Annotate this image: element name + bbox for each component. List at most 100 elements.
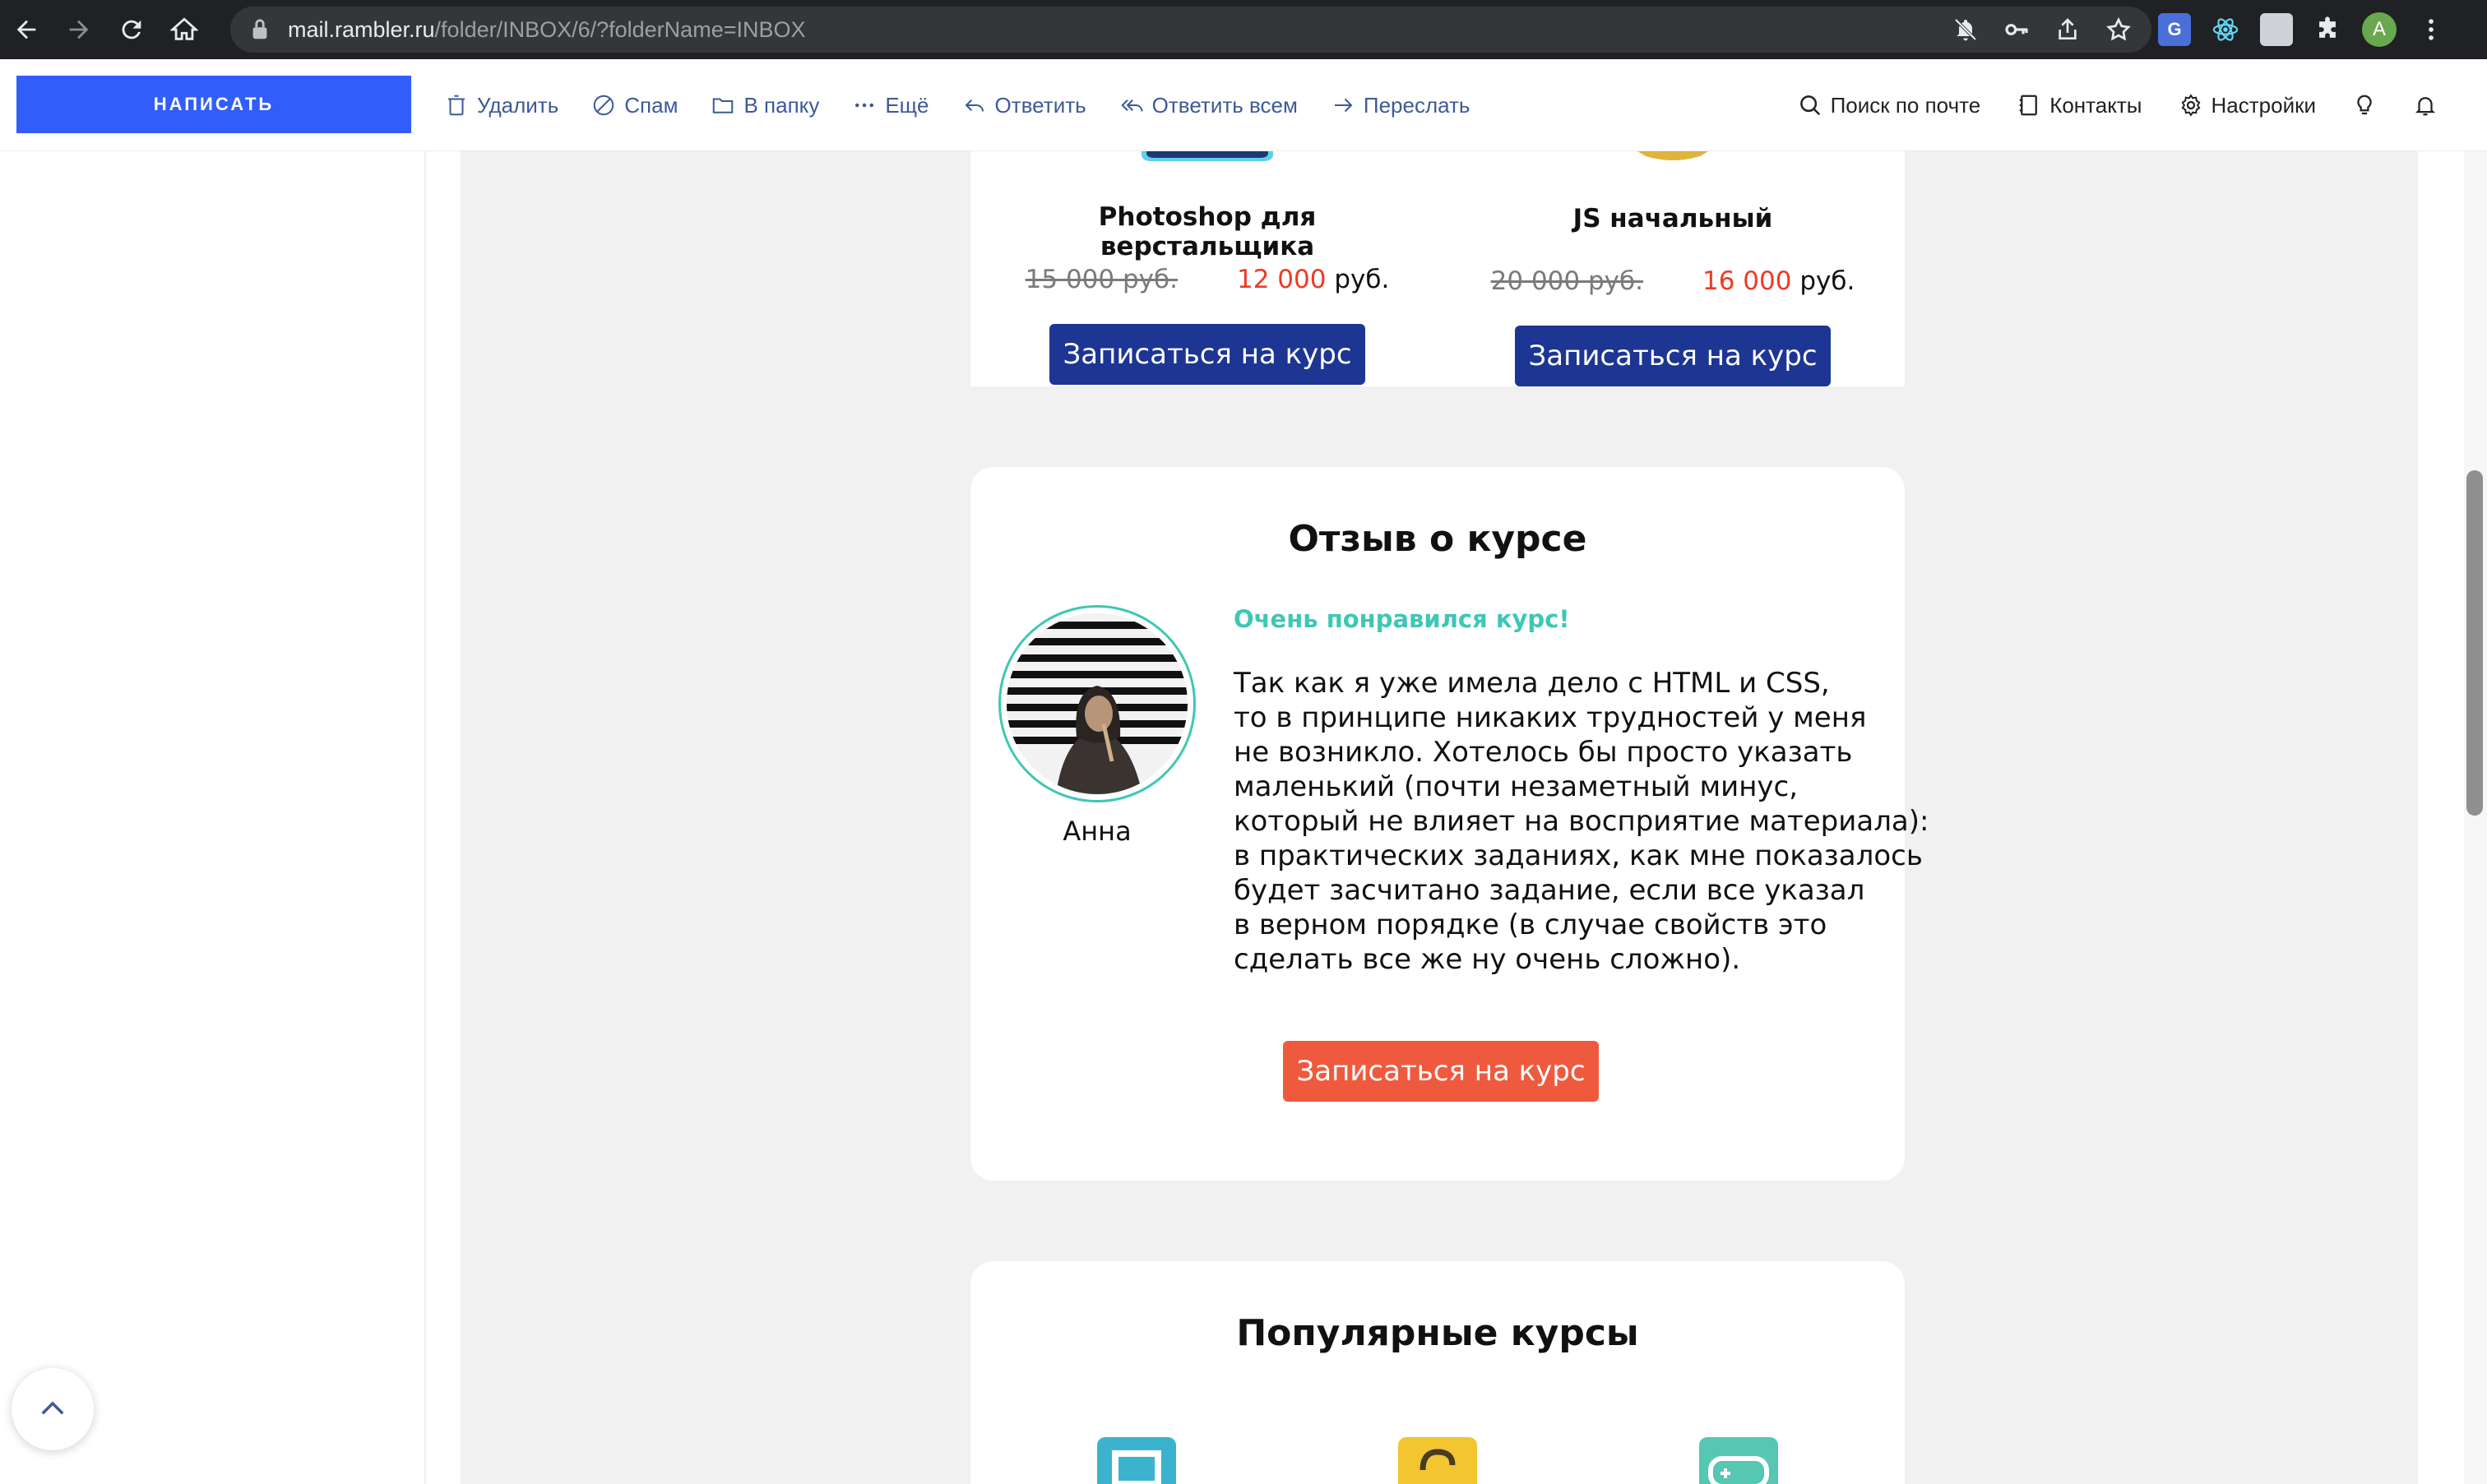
course-prices: 20 000 руб. 16 000 руб. bbox=[1459, 266, 1887, 296]
enroll-button[interactable]: Записаться на курс bbox=[1515, 326, 1831, 386]
key-icon[interactable] bbox=[2003, 16, 2030, 43]
notifications-button[interactable] bbox=[2413, 93, 2438, 118]
course-card-js: JS начальный 20 000 руб. 16 000 руб. Зап… bbox=[1459, 151, 1887, 386]
reviewer-name: Анна bbox=[1063, 816, 1132, 847]
notifications-blocked-icon[interactable] bbox=[1952, 16, 1979, 43]
puzzle-icon bbox=[2319, 16, 2336, 38]
home-button[interactable] bbox=[158, 0, 211, 59]
url-text: mail.rambler.ru/folder/INBOX/6/?folderNa… bbox=[288, 17, 806, 43]
back-button[interactable] bbox=[0, 0, 53, 59]
compose-button[interactable]: НАПИСАТЬ bbox=[16, 76, 411, 133]
review-title: Отзыв о курсе bbox=[1288, 518, 1587, 560]
course-card-photoshop: Photoshop для верстальщика 15 000 руб. 1… bbox=[993, 151, 1421, 386]
gamepad-course-icon[interactable] bbox=[1699, 1437, 1778, 1484]
mail-search-button[interactable]: Поиск по почте bbox=[1798, 92, 1981, 118]
review-line: то в принципе никаких трудностей у меня bbox=[1234, 701, 1867, 734]
chevron-up-icon bbox=[41, 1401, 64, 1415]
enroll-button[interactable]: Записаться на курс bbox=[1049, 324, 1365, 385]
bell-icon bbox=[2415, 97, 2436, 116]
search-icon bbox=[1799, 95, 1820, 116]
layout-course-icon[interactable] bbox=[1097, 1437, 1176, 1484]
old-price: 15 000 руб. bbox=[1025, 265, 1178, 294]
courses-section: Photoshop для верстальщика 15 000 руб. 1… bbox=[970, 151, 1905, 386]
delete-button[interactable]: Удалить bbox=[444, 93, 558, 118]
reviewer-photo bbox=[1007, 613, 1188, 794]
review-line: сделать все же ну очень сложно). bbox=[1234, 943, 1741, 976]
address-bar[interactable]: mail.rambler.ru/folder/INBOX/6/?folderNa… bbox=[230, 7, 2151, 53]
forward-mail-button[interactable]: Переслать bbox=[1331, 93, 1470, 118]
settings-button[interactable]: Настройки bbox=[2179, 92, 2317, 118]
scrollbar-thumb[interactable] bbox=[2466, 470, 2483, 816]
spam-icon bbox=[594, 95, 614, 116]
folder-icon bbox=[713, 98, 734, 113]
course-name: Photoshop для верстальщика bbox=[1098, 202, 1317, 261]
trash-icon bbox=[448, 95, 465, 116]
review-line: маленький (почти незаметный минус, bbox=[1234, 770, 1799, 803]
share-icon[interactable] bbox=[2054, 16, 2081, 43]
react-devtools-icon[interactable] bbox=[2209, 13, 2242, 46]
reply-label: Ответить bbox=[994, 92, 1086, 118]
forward-button[interactable] bbox=[53, 0, 105, 59]
reload-icon bbox=[122, 20, 141, 39]
reply-all-icon bbox=[1121, 99, 1143, 112]
gear-icon bbox=[2181, 94, 2200, 117]
reply-icon bbox=[965, 99, 984, 112]
scroll-to-top-button[interactable] bbox=[12, 1368, 94, 1450]
lightbulb-icon bbox=[2357, 95, 2372, 115]
delete-label: Удалить bbox=[477, 92, 559, 118]
contacts-icon bbox=[2019, 95, 2038, 116]
course-prices: 15 000 руб. 12 000 руб. bbox=[993, 265, 1421, 294]
reply-all-label: Ответить всем bbox=[1151, 92, 1298, 118]
new-price-currency: руб. bbox=[1334, 265, 1390, 294]
question-icon bbox=[1419, 1449, 1456, 1471]
contacts-button[interactable]: Контакты bbox=[2017, 93, 2142, 118]
question-course-icon[interactable] bbox=[1398, 1437, 1477, 1484]
move-to-folder-button[interactable]: В папку bbox=[711, 93, 819, 118]
folder-sidebar bbox=[0, 151, 424, 1484]
review-line: который не влияет на восприятие материал… bbox=[1234, 805, 1929, 838]
review-line: в практических заданиях, как мне показал… bbox=[1234, 839, 1923, 872]
kebab-menu-icon bbox=[2429, 19, 2434, 40]
more-icon bbox=[855, 103, 874, 108]
more-label: Ещё bbox=[885, 92, 929, 118]
review-line: будет засчитано задание, если все указал bbox=[1234, 874, 1865, 907]
reply-all-button[interactable]: Ответить всем bbox=[1119, 93, 1298, 118]
browser-toolbar: mail.rambler.ru/folder/INBOX/6/?folderNa… bbox=[0, 0, 2487, 59]
enroll-cta-button[interactable]: Записаться на курс bbox=[1283, 1041, 1599, 1102]
forward-icon bbox=[1334, 98, 1353, 113]
old-price: 20 000 руб. bbox=[1490, 266, 1643, 296]
tips-button[interactable] bbox=[2352, 93, 2377, 118]
move-to-folder-label: В папку bbox=[743, 92, 820, 118]
mail-search-label: Поиск по почте bbox=[1830, 92, 1981, 118]
review-text: Так как я уже имела дело с HTML и CSS, т… bbox=[1234, 666, 1929, 977]
home-icon bbox=[170, 17, 198, 40]
new-price: 12 000 руб. bbox=[1237, 265, 1389, 294]
new-price-currency: руб. bbox=[1799, 266, 1855, 296]
popular-courses-section: Популярные курсы bbox=[970, 1261, 1905, 1484]
translate-extension-icon[interactable]: G bbox=[2158, 13, 2191, 46]
settings-label: Настройки bbox=[2211, 92, 2317, 118]
scrollbar-track[interactable] bbox=[2464, 151, 2487, 1484]
forward-mail-label: Переслать bbox=[1363, 92, 1470, 118]
forward-arrow-icon bbox=[69, 20, 89, 39]
layout-icon bbox=[1112, 1450, 1161, 1484]
bookmark-star-icon[interactable] bbox=[2105, 16, 2132, 43]
reply-button[interactable]: Ответить bbox=[962, 93, 1086, 118]
back-arrow-icon bbox=[16, 20, 36, 39]
extensions-puzzle-icon[interactable] bbox=[2311, 13, 2344, 46]
popular-title: Популярные курсы bbox=[1236, 1312, 1639, 1354]
spam-button[interactable]: Спам bbox=[591, 93, 678, 118]
gamepad-icon bbox=[1708, 1456, 1769, 1484]
url-path: /folder/INBOX/6/?folderName=INBOX bbox=[434, 16, 806, 42]
image-extension-icon[interactable] bbox=[2260, 13, 2293, 46]
new-price-value: 16 000 bbox=[1702, 266, 1792, 296]
browser-menu-icon[interactable] bbox=[2415, 13, 2448, 46]
review-line: в верном порядке (в случае свойств это bbox=[1234, 908, 1827, 941]
reload-button[interactable] bbox=[105, 0, 158, 59]
profile-avatar[interactable]: A bbox=[2362, 12, 2397, 47]
more-button[interactable]: Ещё bbox=[852, 93, 929, 118]
review-line: не возникло. Хотелось бы просто указать bbox=[1234, 736, 1853, 769]
url-host: mail.rambler.ru bbox=[288, 16, 435, 42]
new-price-value: 12 000 bbox=[1236, 265, 1327, 294]
spam-label: Спам bbox=[624, 92, 678, 118]
